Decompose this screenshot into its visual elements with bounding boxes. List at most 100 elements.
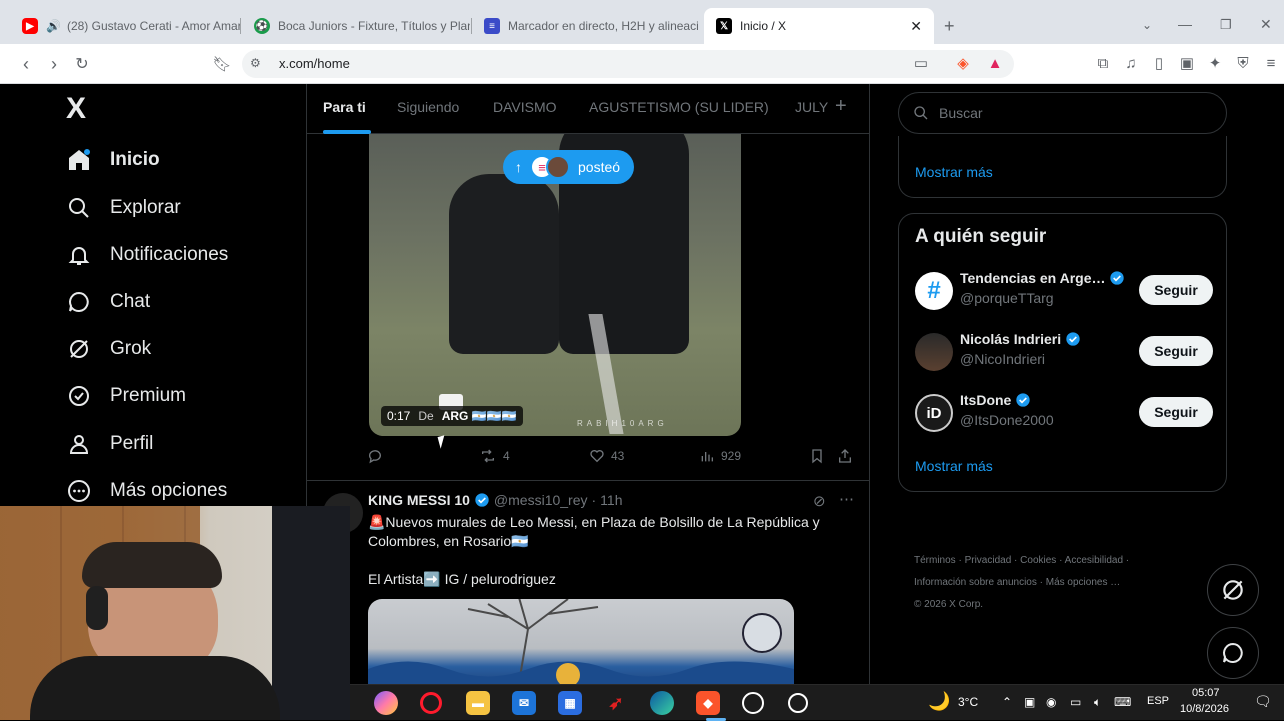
restore-icon[interactable]: ❐ — [1220, 17, 1232, 33]
tweet-image[interactable] — [368, 599, 794, 684]
messages-fab-button[interactable] — [1207, 627, 1259, 679]
tab-search-icon[interactable]: ⌄ — [1142, 18, 1152, 32]
extensions-icon[interactable]: ⧉ — [1094, 54, 1112, 72]
tray-app-icon[interactable]: ◉ — [1046, 695, 1056, 709]
nav-item-explorar[interactable]: Explorar — [66, 190, 181, 226]
tweet-author-handle[interactable]: @messi10_rey — [494, 492, 588, 508]
browser-tab-youtube[interactable]: ▶ 🔊 (28) Gustavo Cerati - Amor Amar — [10, 8, 240, 44]
opera-icon[interactable] — [420, 692, 442, 714]
forward-button[interactable]: › — [42, 52, 66, 76]
obs-icon[interactable] — [742, 692, 764, 714]
bookmark-icon[interactable]: 🔖︎ — [210, 52, 234, 76]
moon-weather-icon[interactable]: 🌙 — [928, 691, 950, 712]
tweet[interactable]: KING MESSI 10 @messi10_rey · 11h ⊘ ⋯ 🚨Nu… — [307, 480, 869, 684]
cast-icon[interactable]: ▭ — [912, 54, 930, 72]
show-more-link[interactable]: Mostrar más — [915, 458, 993, 474]
tab-davismo[interactable]: DAVISMO — [493, 99, 557, 115]
file-explorer-icon[interactable]: ▬ — [466, 691, 490, 715]
brave-rewards-icon[interactable]: ▲ — [986, 54, 1004, 72]
nav-item-perfil[interactable]: Perfil — [66, 426, 153, 462]
like-button[interactable]: 43 — [589, 448, 624, 464]
menu-icon[interactable]: ≡ — [1262, 54, 1280, 72]
grok-icon[interactable]: ⊘ — [813, 492, 826, 510]
more-options-icon[interactable]: ⋯ — [839, 490, 854, 508]
music-icon[interactable]: ♫ — [1122, 54, 1140, 72]
x-logo[interactable]: X — [66, 92, 86, 126]
footer-link[interactable]: Términos — [914, 555, 956, 566]
brave-shield-icon[interactable]: ◈ — [954, 54, 972, 72]
close-window-icon[interactable]: ✕ — [1260, 16, 1272, 33]
vpn-icon[interactable]: ⛨ — [1234, 54, 1252, 72]
edge-icon[interactable] — [650, 691, 674, 715]
nav-item-mas-opciones[interactable]: Más opciones — [66, 473, 227, 509]
bookmark-button[interactable] — [809, 448, 825, 464]
nav-item-grok[interactable]: Grok — [66, 331, 151, 367]
footer-link[interactable]: Cookies — [1020, 555, 1056, 566]
chevron-up-icon[interactable]: ⌃ — [1002, 695, 1012, 709]
add-tab-button[interactable]: + — [835, 95, 847, 118]
nav-item-premium[interactable]: Premium — [66, 378, 186, 414]
copilot-icon[interactable] — [374, 691, 398, 715]
clock-date[interactable]: 10/8/2026 — [1180, 703, 1229, 715]
tweet-author-name[interactable]: KING MESSI 10 — [368, 492, 470, 508]
follow-button[interactable]: Seguir — [1139, 336, 1213, 366]
video-source-prefix: De — [418, 409, 434, 423]
nav-item-notificaciones[interactable]: Notificaciones — [66, 237, 228, 273]
url-text[interactable]: x.com/home — [279, 56, 350, 71]
browser-tab-boca[interactable]: ⚽ Boca Juniors - Fixture, Títulos y Plan… — [242, 8, 470, 44]
keyboard-icon[interactable]: ⌨ — [1114, 695, 1131, 709]
leo-ai-icon[interactable]: ✦ — [1206, 54, 1224, 72]
site-info-icon[interactable]: ⚙ — [250, 56, 261, 70]
tab-july[interactable]: JULY — [795, 99, 828, 115]
tab-siguiendo[interactable]: Siguiendo — [397, 99, 459, 115]
follow-button[interactable]: Seguir — [1139, 397, 1213, 427]
game-icon[interactable]: ➶ — [604, 691, 628, 715]
wallet-icon[interactable]: ▣ — [1178, 54, 1196, 72]
browser-tab-flashscore[interactable]: ≡ Marcador en directo, H2H y alineaci — [472, 8, 700, 44]
browser-tab-x[interactable]: 𝕏 Inicio / X ✕ — [704, 8, 934, 44]
repost-button[interactable]: 4 — [479, 448, 510, 464]
grok-fab-button[interactable] — [1207, 564, 1259, 616]
address-bar[interactable] — [242, 50, 1014, 78]
nav-item-chat[interactable]: Chat — [66, 284, 150, 320]
sidebar-icon[interactable]: ▯ — [1150, 54, 1168, 72]
views-button[interactable]: 929 — [699, 448, 741, 464]
volume-icon[interactable]: 🔈︎ — [1094, 695, 1101, 710]
notifications-icon[interactable]: 🗨︎ — [1254, 693, 1272, 710]
back-button[interactable]: ‹ — [14, 52, 38, 76]
store-icon[interactable]: ▦ — [558, 691, 582, 715]
minimize-icon[interactable]: — — [1178, 16, 1192, 32]
tweet-header: KING MESSI 10 @messi10_rey · 11h — [368, 492, 623, 508]
input-language[interactable]: ESP — [1147, 695, 1169, 707]
main-feed: Para ti Siguiendo DAVISMO AGUSTETISMO (S… — [306, 84, 870, 684]
footer-link[interactable]: Información sobre anuncios — [914, 577, 1037, 588]
follow-button[interactable]: Seguir — [1139, 275, 1213, 305]
tab-agustetismo[interactable]: AGUSTETISMO (SU LIDER) — [589, 99, 769, 115]
show-more-link[interactable]: Mostrar más — [915, 164, 993, 180]
new-posts-pill[interactable]: ↑ ≡ posteó — [503, 150, 635, 184]
suggestion-handle: @NicoIndrieri — [960, 351, 1046, 367]
footer-link[interactable]: Accesibilidad — [1065, 555, 1123, 566]
tab-para-ti[interactable]: Para ti — [323, 99, 366, 115]
footer-link[interactable]: Privacidad — [965, 555, 1012, 566]
tweet-time[interactable]: 11h — [600, 492, 622, 508]
search-input[interactable]: Buscar — [898, 92, 1227, 134]
clock-time[interactable]: 05:07 — [1192, 687, 1220, 699]
suggestion-item[interactable]: iD ItsDone @ItsDone2000 Seguir — [915, 392, 1213, 436]
suggestion-item[interactable]: Nicolás Indrieri @NicoIndrieri Seguir — [915, 331, 1213, 375]
outlook-icon[interactable]: ✉ — [512, 691, 536, 715]
reply-button[interactable] — [367, 448, 383, 464]
search-app-icon[interactable] — [788, 693, 808, 713]
reload-button[interactable]: ↻ — [70, 52, 94, 76]
new-tab-button[interactable]: + — [944, 16, 955, 37]
close-tab-icon[interactable]: ✕ — [910, 18, 922, 35]
footer-link[interactable]: Más opciones … — [1046, 577, 1120, 588]
network-icon[interactable]: ▭ — [1070, 695, 1081, 709]
brave-icon[interactable]: ◆ — [696, 691, 720, 715]
suggestion-name-text: ItsDone — [960, 392, 1012, 408]
suggestion-item[interactable]: # Tendencias en Arge… @porqueTTarg Segui… — [915, 270, 1213, 314]
nav-item-inicio[interactable]: Inicio — [66, 142, 160, 178]
tray-app-icon[interactable]: ▣ — [1024, 695, 1035, 709]
weather-temp[interactable]: 3°C — [958, 695, 978, 709]
share-button[interactable] — [837, 448, 853, 464]
